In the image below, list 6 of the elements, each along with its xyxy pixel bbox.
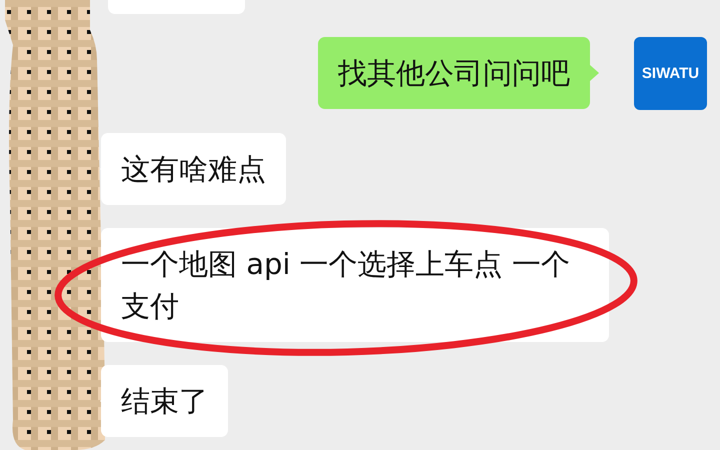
- message-bubble: 结束了: [101, 365, 228, 437]
- message-bubble: 找其他公司问问吧: [318, 37, 590, 109]
- bubble-tail: [590, 65, 599, 81]
- message-bubble: 一个地图 api 一个选择上车点 一个支付: [101, 228, 609, 342]
- user-avatar[interactable]: SIWATU: [634, 37, 707, 110]
- message-bubble: 这有啥难点: [101, 133, 286, 205]
